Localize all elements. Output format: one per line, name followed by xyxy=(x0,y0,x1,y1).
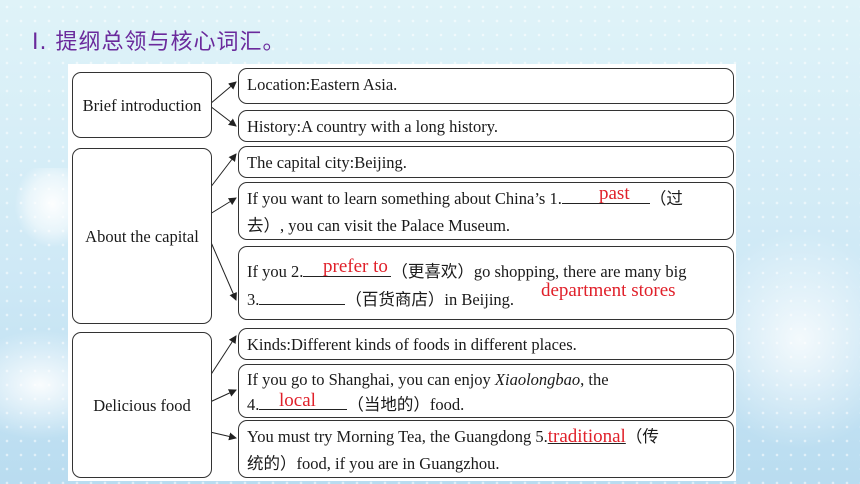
intro-history-text: History:A country with a long history. xyxy=(247,117,498,136)
arrow-line xyxy=(209,81,237,105)
food-guangzhou-item: You must try Morning Tea, the Guangdong … xyxy=(238,420,734,478)
section-label-food: Delicious food xyxy=(72,332,212,478)
answer-3: department stores xyxy=(541,280,676,301)
arrow-line xyxy=(209,335,237,377)
answer-2: prefer to xyxy=(323,256,388,277)
food-guangzhou-text-b: （传 xyxy=(625,427,659,446)
intro-history: History:A country with a long history. xyxy=(238,110,734,142)
food-kinds-text: Kinds:Different kinds of foods in differ… xyxy=(247,335,577,354)
food-shanghai-text-b: , the xyxy=(580,370,609,389)
blank-3[interactable] xyxy=(259,288,346,305)
food-shanghai-text-c: 4. xyxy=(247,395,260,414)
arrow-line xyxy=(209,197,237,215)
answer-1: past xyxy=(599,183,630,204)
food-shanghai-text-d: （当地的）food. xyxy=(347,395,465,414)
capital-history-text-c: 去）, you can visit the Palace Museum. xyxy=(247,216,511,235)
arrow-line xyxy=(209,153,237,189)
section-label-capital: About the capital xyxy=(72,148,212,324)
capital-shopping-text-c: 3. xyxy=(247,290,260,309)
outline-panel: Brief introduction About the capital Del… xyxy=(68,64,736,481)
section-label-intro: Brief introduction xyxy=(72,72,212,138)
answer-4: local xyxy=(279,390,316,411)
food-kinds: Kinds:Different kinds of foods in differ… xyxy=(238,328,734,360)
page-title: Ⅰ. 提纲总领与核心词汇。 xyxy=(32,30,286,55)
food-shanghai-italic: Xiaolongbao xyxy=(494,370,581,389)
capital-city: The capital city:Beijing. xyxy=(238,146,734,178)
food-guangzhou-text-a: You must try Morning Tea, the Guangdong … xyxy=(247,427,548,446)
food-shanghai-item: If you go to Shanghai, you can enjoy Xia… xyxy=(238,364,734,418)
capital-history-text-b: （过 xyxy=(649,189,683,208)
capital-shopping-item: If you 2. （更喜欢）go shopping, there are man… xyxy=(238,246,734,320)
capital-history-text-a: If you want to learn something about Chi… xyxy=(247,189,562,208)
capital-city-text: The capital city:Beijing. xyxy=(247,153,407,172)
arrow-line xyxy=(209,431,237,441)
intro-location-text: Location:Eastern Asia. xyxy=(247,75,398,94)
arrow-line xyxy=(209,389,237,403)
answer-5: traditional xyxy=(547,426,626,447)
capital-shopping-text-d: （百货商店）in Beijing. xyxy=(345,290,515,309)
arrow-line xyxy=(209,239,237,301)
food-guangzhou-text-c: 统的）food, if you are in Guangzhou. xyxy=(247,454,500,473)
arrow-line xyxy=(209,105,237,127)
capital-history-item: If you want to learn something about Chi… xyxy=(238,182,734,240)
capital-shopping-text-a: If you 2. xyxy=(247,262,304,281)
intro-location: Location:Eastern Asia. xyxy=(238,68,734,104)
